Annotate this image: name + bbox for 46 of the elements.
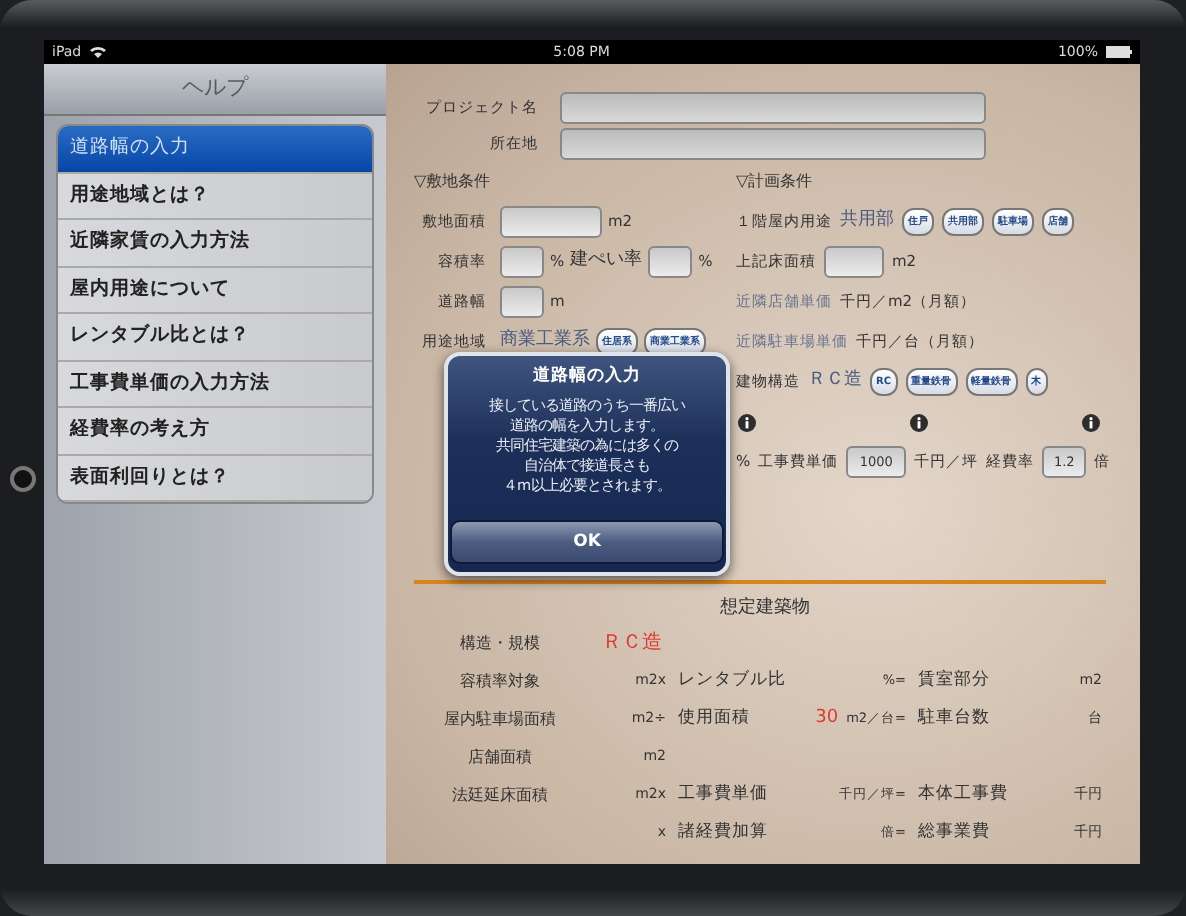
- result-label: 本体工事費: [918, 784, 1008, 805]
- selected-value: 商業工業系: [500, 328, 590, 355]
- text-field[interactable]: [560, 128, 986, 160]
- help-topic-item[interactable]: 用途地域とは？: [58, 173, 372, 220]
- selected-value: ＲＣ造: [808, 368, 862, 395]
- result-value: 30: [815, 707, 839, 728]
- result-label: 総事業費: [918, 822, 990, 843]
- sidebar-title: ヘルプ: [44, 64, 386, 116]
- ok-button[interactable]: OK: [450, 520, 724, 564]
- result-label: 店舗面積: [468, 747, 532, 765]
- input-field[interactable]: [824, 246, 884, 278]
- result-label: 駐車台数: [918, 708, 990, 729]
- help-topic-item[interactable]: レンタブル比とは？: [58, 314, 372, 361]
- help-topic-item[interactable]: 経費率の考え方: [58, 408, 372, 455]
- result-label: 構造・規模: [460, 633, 540, 651]
- result-label: 法廷延床面積: [452, 785, 548, 803]
- selected-value: 共用部: [840, 208, 894, 235]
- info-icon[interactable]: [910, 413, 928, 431]
- input-field[interactable]: [500, 246, 544, 278]
- home-button[interactable]: [9, 465, 35, 491]
- result-label: 賃室部分: [918, 670, 990, 691]
- section-title: 想定建築物: [720, 598, 810, 618]
- section-heading: ▽敷地条件: [414, 170, 491, 194]
- result-label: 諸経費加算: [678, 822, 768, 843]
- result-label: 屋内駐車場面積: [444, 709, 556, 727]
- result-value: ＲＣ造: [602, 632, 662, 654]
- result-label: 使用面積: [678, 708, 750, 729]
- wifi-icon: [89, 46, 106, 58]
- help-topic-item[interactable]: 道路幅の入力: [58, 126, 372, 173]
- result-label: 容積率対象: [460, 671, 540, 689]
- input-field[interactable]: [500, 206, 602, 238]
- help-topic-item[interactable]: 表面利回りとは？: [58, 455, 372, 502]
- result-label: レンタブル比: [678, 670, 786, 691]
- field-label: 建ぺい率: [570, 248, 643, 275]
- info-icon[interactable]: [1082, 413, 1100, 431]
- battery-icon: [1105, 46, 1132, 58]
- help-topic-item[interactable]: 近隣家賃の入力方法: [58, 220, 372, 267]
- input-field[interactable]: [648, 246, 693, 278]
- input-field[interactable]: [500, 286, 544, 318]
- alert-title: 道路幅の入力: [533, 364, 641, 390]
- help-topic-item[interactable]: 屋内用途について: [58, 267, 372, 314]
- result-label: 工事費単価: [678, 784, 768, 805]
- text-field[interactable]: [560, 92, 986, 124]
- info-icon[interactable]: [738, 413, 756, 431]
- help-topic-item[interactable]: 工事費単価の入力方法: [58, 361, 372, 408]
- section-heading: ▽計画条件: [736, 170, 813, 194]
